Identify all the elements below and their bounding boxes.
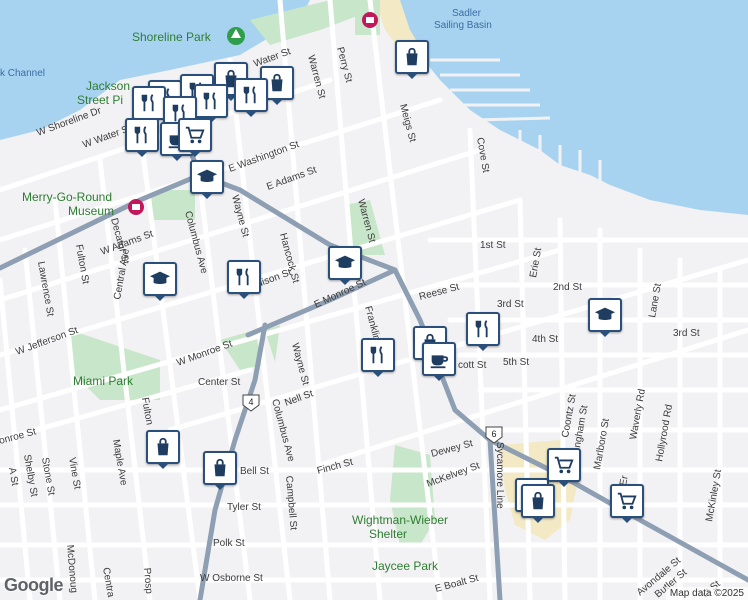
- street-label-scott: cott St: [458, 360, 487, 371]
- restaurant-pin[interactable]: [466, 312, 500, 351]
- school-pin[interactable]: [588, 298, 622, 337]
- route-6-label: 6: [491, 429, 496, 439]
- shopping-bag-pin[interactable]: [146, 430, 180, 469]
- grocery-pin[interactable]: [610, 484, 644, 523]
- poi-label-merry-2: Museum: [68, 204, 114, 218]
- restaurant-pin[interactable]: [194, 84, 228, 123]
- street-label-bell: Bell St: [240, 466, 269, 477]
- graduation-cap-icon: [594, 307, 616, 321]
- graduation-cap-icon: [334, 255, 356, 269]
- restaurant-pin[interactable]: [132, 86, 166, 125]
- poi-label-shoreline-park: Shoreline Park: [132, 30, 212, 44]
- street-label-center: Center St: [198, 377, 240, 388]
- museum-icon: [128, 199, 144, 215]
- school-pin[interactable]: [328, 246, 362, 285]
- restaurant-pin[interactable]: [227, 260, 261, 299]
- shopping-bag-pin[interactable]: [521, 484, 555, 523]
- restaurant-pin[interactable]: [361, 338, 395, 377]
- fork-knife-icon: [236, 268, 249, 286]
- poi-label-jackson-2: Street Pi: [77, 93, 123, 107]
- school-pin[interactable]: [143, 262, 177, 301]
- fork-knife-icon: [475, 320, 488, 338]
- shopping-bag-icon: [406, 47, 418, 66]
- shopping-bag-pin[interactable]: [203, 451, 237, 490]
- water-label-channel: k Channel: [0, 68, 45, 79]
- google-logo[interactable]: Google: [4, 575, 64, 596]
- fork-knife-icon: [243, 86, 256, 104]
- shopping-bag-icon: [271, 73, 283, 92]
- fork-knife-icon: [370, 346, 383, 364]
- street-label-w-osborne: W Osborne St: [200, 573, 263, 584]
- street-label-tyler: Tyler St: [227, 502, 261, 513]
- grocery-pin[interactable]: [547, 448, 581, 487]
- restaurant-pin[interactable]: [125, 118, 159, 157]
- fork-knife-icon: [203, 92, 216, 110]
- poi-label-merry-1: Merry-Go-Round: [22, 190, 112, 204]
- water-label-sadler-2: Sailing Basin: [434, 20, 492, 31]
- street-label-third-a: 3rd St: [497, 299, 524, 310]
- route-4-label: 4: [248, 397, 253, 407]
- poi-label-wightman-1: Wightman-Wieber: [352, 513, 448, 527]
- street-label-sycamore: Sycamore Line: [494, 442, 505, 509]
- park-tree-icon: [227, 27, 245, 45]
- graduation-cap-icon: [149, 271, 171, 285]
- poi-label-jackson-1: Jackson: [86, 79, 130, 93]
- shopping-bag-pin[interactable]: [395, 40, 429, 79]
- grocery-pin[interactable]: [178, 118, 212, 157]
- shopping-bag-icon: [214, 458, 226, 477]
- street-label-prosp: Prosp: [141, 567, 154, 594]
- street-label-fifth: 5th St: [503, 357, 529, 368]
- water-label-sadler-1: Sadler: [452, 8, 482, 19]
- coffee-cup-icon: [430, 355, 449, 369]
- shopping-bag-icon: [157, 437, 169, 456]
- poi-label-miami-park: Miami Park: [73, 374, 134, 388]
- fork-knife-icon: [134, 126, 147, 144]
- shopping-cart-icon: [554, 456, 574, 474]
- graduation-cap-icon: [196, 169, 218, 183]
- street-label-polk: Polk St: [213, 538, 245, 549]
- fork-knife-icon: [141, 94, 154, 112]
- shopping-cart-icon: [617, 492, 637, 510]
- street-label-third-b: 3rd St: [673, 328, 700, 339]
- shopping-cart-icon: [185, 126, 205, 144]
- street-label-fourth: 4th St: [532, 334, 558, 345]
- restaurant-pin[interactable]: [234, 78, 268, 117]
- school-pin[interactable]: [190, 160, 224, 199]
- shopping-bag-icon: [532, 491, 544, 510]
- street-label-first: 1st St: [480, 240, 506, 251]
- poi-label-wightman-2: Shelter: [369, 527, 407, 541]
- cafe-pin[interactable]: [422, 342, 456, 381]
- street-label-second: 2nd St: [553, 282, 582, 293]
- poi-label-jaycee-park: Jaycee Park: [372, 559, 439, 573]
- map-attribution[interactable]: Map data ©2025: [665, 587, 748, 600]
- museum-icon-north: [362, 12, 378, 28]
